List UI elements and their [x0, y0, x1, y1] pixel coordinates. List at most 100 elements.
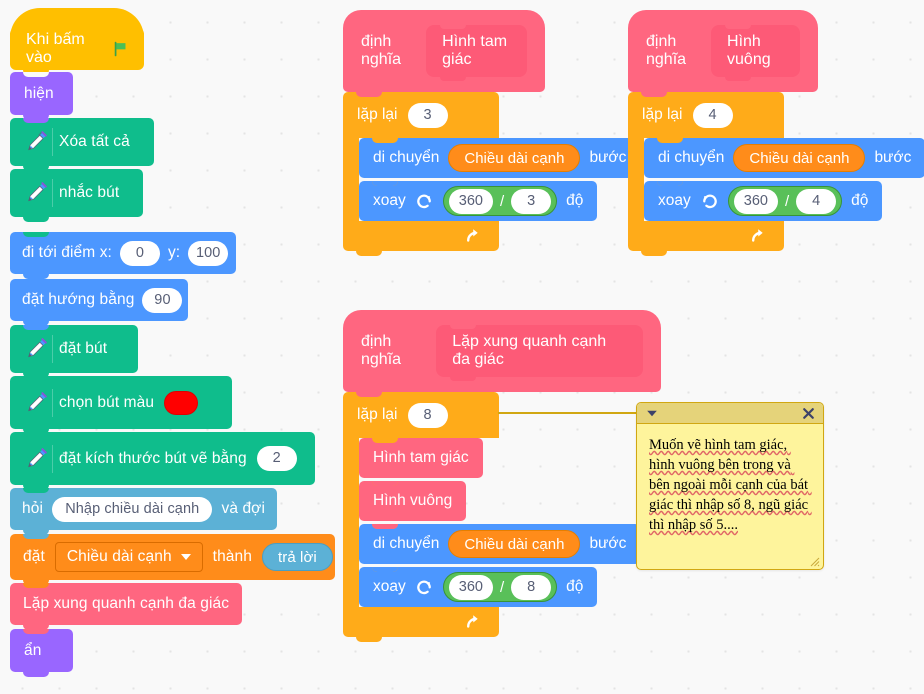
repeat-square-footer	[628, 221, 784, 256]
move-var-triangle[interactable]: Chiều dài cạnh	[448, 144, 581, 172]
goto-x-input[interactable]: 0	[119, 240, 160, 266]
notch	[641, 92, 667, 97]
notch	[23, 72, 49, 77]
turn-suffix-square: độ	[851, 192, 869, 209]
move-var-square[interactable]: Chiều dài cạnh	[733, 144, 866, 172]
notch	[23, 169, 49, 174]
move-label-polygon: di chuyển	[373, 535, 440, 552]
notch	[356, 392, 382, 397]
call-polygon-loop-label: Lặp xung quanh cạnh đa giác	[23, 595, 230, 613]
division-numerator-square[interactable]: 360	[733, 188, 778, 214]
code-canvas[interactable]: Khi bấm vào hiện Xóa tất cả nhắc bút đi …	[0, 0, 924, 694]
division-numerator-triangle[interactable]: 360	[448, 188, 493, 214]
point-direction-label: đặt hướng bằng	[22, 291, 135, 309]
repeat-polygon-count[interactable]: 8	[407, 402, 448, 428]
pen-divider	[52, 128, 53, 156]
comment-box[interactable]: Muốn vẽ hình tam giác, hình vuông bên tr…	[636, 402, 824, 570]
move-var-polygon[interactable]: Chiều dài cạnh	[448, 530, 581, 558]
block-ask-and-wait[interactable]: hỏi Nhập chiều dài cạnh và đợi	[10, 488, 277, 535]
division-operator-triangle[interactable]: 360 / 3	[442, 186, 558, 216]
define-hat-square[interactable]: định nghĩa Hình vuông	[628, 10, 818, 92]
block-hide[interactable]: ẩn	[10, 629, 73, 677]
block-call-square[interactable]: Hình vuông	[359, 481, 467, 521]
set-var-label-pre: đặt	[23, 548, 45, 566]
repeat-square-header[interactable]: lặp lại 4	[628, 92, 784, 138]
block-set-pen-size[interactable]: đặt kích thước bút vẽ bằng 2	[10, 432, 315, 490]
division-denominator-triangle[interactable]: 3	[511, 188, 552, 214]
ask-label-post: và đợi	[221, 500, 265, 518]
repeat-triangle-header[interactable]: lặp lại 3	[343, 92, 499, 138]
block-point-in-direction[interactable]: đặt hướng bằng 90	[10, 279, 188, 326]
block-move-steps-square[interactable]: di chuyển Chiều dài cạnh bước	[644, 138, 924, 178]
block-call-polygon-loop[interactable]: Lặp xung quanh cạnh đa giác	[10, 583, 242, 630]
notch	[23, 118, 49, 123]
set-pen-size-input[interactable]: 2	[256, 446, 297, 471]
loop-arrow-icon	[752, 229, 763, 242]
repeat-triangle-count[interactable]: 3	[407, 102, 448, 128]
comment-header[interactable]	[637, 403, 823, 424]
chevron-down-icon	[180, 554, 191, 560]
notch	[372, 181, 398, 186]
comment-text[interactable]: Muốn vẽ hình tam giác, hình vuông bên tr…	[637, 424, 823, 543]
close-icon[interactable]	[802, 407, 815, 420]
comment-resize-handle[interactable]	[810, 557, 820, 567]
block-move-steps-triangle[interactable]: di chuyển Chiều dài cạnh bước	[359, 138, 641, 178]
define-hat-triangle[interactable]: định nghĩa Hình tam giác	[343, 10, 545, 92]
division-operator-square[interactable]: 360 / 4	[727, 186, 843, 216]
repeat-block-polygon[interactable]: lặp lại 8 Hình tam giác Hình vuông di ch…	[343, 392, 641, 642]
block-pen-up-label: nhắc bút	[59, 184, 120, 202]
define-label-square: định nghĩa	[646, 33, 687, 68]
block-show[interactable]: hiện	[10, 72, 73, 120]
notch	[372, 524, 398, 529]
ask-prompt-input[interactable]: Nhập chiều dài cạnh	[51, 496, 213, 522]
block-turn-square[interactable]: xoay 360 / 4 độ	[644, 181, 883, 221]
pen-icon	[28, 447, 47, 467]
repeat-square-count[interactable]: 4	[692, 102, 733, 128]
block-set-variable[interactable]: đặt Chiều dài cạnh thành trả lời	[10, 534, 335, 585]
notch	[372, 567, 398, 572]
define-label-triangle: định nghĩa	[361, 33, 402, 68]
division-denominator-square[interactable]: 4	[796, 188, 837, 214]
point-direction-input[interactable]: 90	[142, 287, 183, 313]
turn-counterclockwise-icon	[702, 194, 717, 208]
notch	[23, 325, 49, 330]
block-move-steps-polygon[interactable]: di chuyển Chiều dài cạnh bước	[359, 524, 641, 564]
define-prototype-triangle[interactable]: Hình tam giác	[426, 25, 527, 81]
repeat-polygon-header[interactable]: lặp lại 8	[343, 392, 499, 438]
repeat-block-square[interactable]: lặp lại 4 di chuyển Chiều dài cạnh bước …	[628, 92, 924, 256]
block-goto-xy[interactable]: đi tới điểm x: 0 y: 100	[10, 232, 236, 279]
division-numerator-polygon[interactable]: 360	[448, 574, 493, 600]
define-prototype-square[interactable]: Hình vuông	[711, 25, 800, 81]
set-var-dropdown[interactable]: Chiều dài cạnh	[54, 542, 203, 572]
define-hat-polygon[interactable]: định nghĩa Lặp xung quanh cạnh đa giác	[343, 310, 661, 392]
block-pen-up[interactable]: nhắc bút	[10, 169, 143, 222]
pen-icon	[28, 182, 47, 202]
pen-divider	[52, 444, 53, 473]
block-turn-triangle[interactable]: xoay 360 / 3 độ	[359, 181, 598, 221]
hat-block-when-flag-clicked[interactable]: Khi bấm vào	[10, 8, 144, 75]
notch	[356, 92, 382, 97]
pen-divider	[52, 335, 53, 363]
block-erase-all[interactable]: Xóa tất cả	[10, 118, 154, 171]
pen-color-swatch[interactable]	[164, 390, 199, 415]
block-turn-polygon[interactable]: xoay 360 / 8 độ	[359, 567, 598, 607]
goto-y-label: y:	[167, 244, 181, 262]
goto-y-input[interactable]: 100	[188, 240, 229, 266]
division-operator-polygon[interactable]: 360 / 8	[442, 572, 558, 602]
notch	[372, 481, 398, 486]
define-prototype-polygon[interactable]: Lặp xung quanh cạnh đa giác	[436, 325, 643, 381]
block-pen-down-label: đặt bút	[59, 340, 108, 358]
define-label-polygon: định nghĩa	[361, 333, 402, 368]
pen-icon	[28, 391, 47, 411]
chevron-down-icon[interactable]	[645, 406, 659, 420]
repeat-block-triangle[interactable]: lặp lại 3 di chuyển Chiều dài cạnh bước …	[343, 92, 641, 256]
set-var-label-mid: thành	[212, 548, 252, 566]
block-call-triangle[interactable]: Hình tam giác	[359, 438, 483, 478]
block-set-pen-color[interactable]: chọn bút màu	[10, 376, 232, 434]
call-square-label: Hình vuông	[373, 492, 453, 509]
set-var-dropdown-value: Chiều dài cạnh	[66, 548, 172, 565]
answer-reporter[interactable]: trả lời	[261, 543, 333, 571]
division-slash-triangle: /	[499, 192, 505, 210]
division-denominator-polygon[interactable]: 8	[511, 574, 552, 600]
block-pen-down[interactable]: đặt bút	[10, 325, 138, 378]
